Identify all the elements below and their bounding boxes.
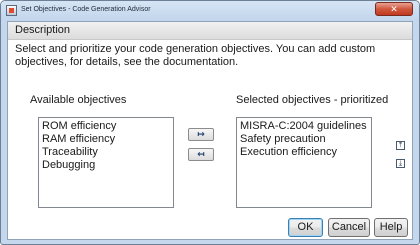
dialog-window: Set Objectives - Code Generation Advisor…	[0, 0, 420, 245]
list-item[interactable]: ROM efficiency	[40, 120, 116, 133]
button-bar: OK Cancel Help	[8, 218, 412, 239]
move-up-button[interactable]: ⤒	[396, 141, 405, 150]
help-button[interactable]: Help	[374, 218, 408, 237]
arrow-left-icon: ↤	[197, 149, 205, 159]
window-title: Set Objectives - Code Generation Advisor	[21, 6, 151, 13]
selected-objectives-label: Selected objectives - prioritized	[236, 94, 389, 106]
available-objectives-list[interactable]: ROM efficiency RAM efficiency Traceabili…	[38, 117, 174, 208]
list-item[interactable]: MISRA-C:2004 guidelines	[238, 120, 367, 133]
app-icon	[6, 5, 17, 16]
move-down-button[interactable]: ⤓	[396, 159, 405, 168]
description-header: Description	[8, 22, 412, 40]
title-bar[interactable]: Set Objectives - Code Generation Advisor…	[1, 1, 419, 21]
move-bottom-icon: ⤓	[398, 160, 403, 167]
arrow-right-icon: ↦	[197, 129, 205, 139]
move-top-icon: ⤒	[398, 142, 403, 149]
dialog-body: Description Select and prioritize your c…	[7, 21, 413, 240]
add-objective-button[interactable]: ↦	[188, 128, 214, 141]
description-heading: Description	[15, 24, 71, 36]
selected-objectives-list[interactable]: MISRA-C:2004 guidelines Safety precautio…	[236, 117, 372, 208]
description-text: Select and prioritize your code generati…	[15, 43, 376, 68]
list-item[interactable]: RAM efficiency	[40, 133, 116, 146]
list-item[interactable]: Traceability	[40, 146, 116, 159]
list-item[interactable]: Debugging	[40, 159, 116, 172]
list-item[interactable]: Execution efficiency	[238, 146, 367, 159]
available-objectives-label: Available objectives	[30, 94, 127, 106]
cancel-button[interactable]: Cancel	[328, 218, 370, 237]
close-icon: ✕	[390, 4, 398, 14]
list-item[interactable]: Safety precaution	[238, 133, 367, 146]
remove-objective-button[interactable]: ↤	[188, 148, 214, 161]
close-button[interactable]: ✕	[375, 2, 413, 16]
ok-button[interactable]: OK	[288, 218, 323, 237]
